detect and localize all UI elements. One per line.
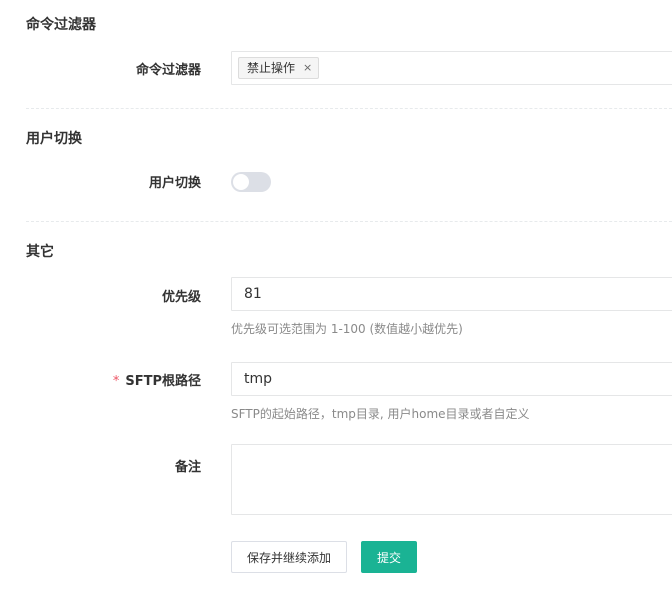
user-switch-label: 用户切换: [148, 176, 201, 191]
required-mark: *: [112, 374, 120, 389]
command-filter-select[interactable]: 禁止操作 ×: [231, 51, 672, 85]
sftp-root-label: * SFTP根路径: [113, 370, 201, 389]
priority-label: 优先级: [161, 290, 201, 305]
priority-input[interactable]: 81: [231, 277, 672, 311]
section-title-command-filter: 命令过滤器: [26, 17, 96, 33]
switch-knob: [233, 174, 249, 190]
sftp-root-hint: SFTP的起始路径，tmp目录, 用户home目录或者自定义: [231, 407, 530, 421]
note-label: 备注: [174, 460, 201, 475]
submit-button[interactable]: 提交: [361, 541, 417, 573]
section-divider: [26, 108, 672, 109]
section-title-user-switch: 用户切换: [26, 131, 82, 147]
priority-hint: 优先级可选范围为 1-100 (数值越小越优先): [231, 322, 463, 336]
command-filter-tag-label: 禁止操作: [247, 61, 296, 75]
user-switch-toggle[interactable]: [231, 172, 271, 192]
tag-remove-icon[interactable]: ×: [303, 57, 312, 79]
note-textarea[interactable]: [231, 444, 672, 515]
command-filter-label: 命令过滤器: [135, 63, 201, 78]
save-and-continue-button[interactable]: 保存并继续添加: [231, 541, 347, 573]
section-title-other: 其它: [26, 244, 54, 260]
section-divider: [26, 221, 672, 222]
sftp-root-input[interactable]: tmp: [231, 362, 672, 396]
command-filter-tag: 禁止操作 ×: [238, 57, 320, 79]
sftp-root-label-text: SFTP根路径: [125, 374, 201, 389]
